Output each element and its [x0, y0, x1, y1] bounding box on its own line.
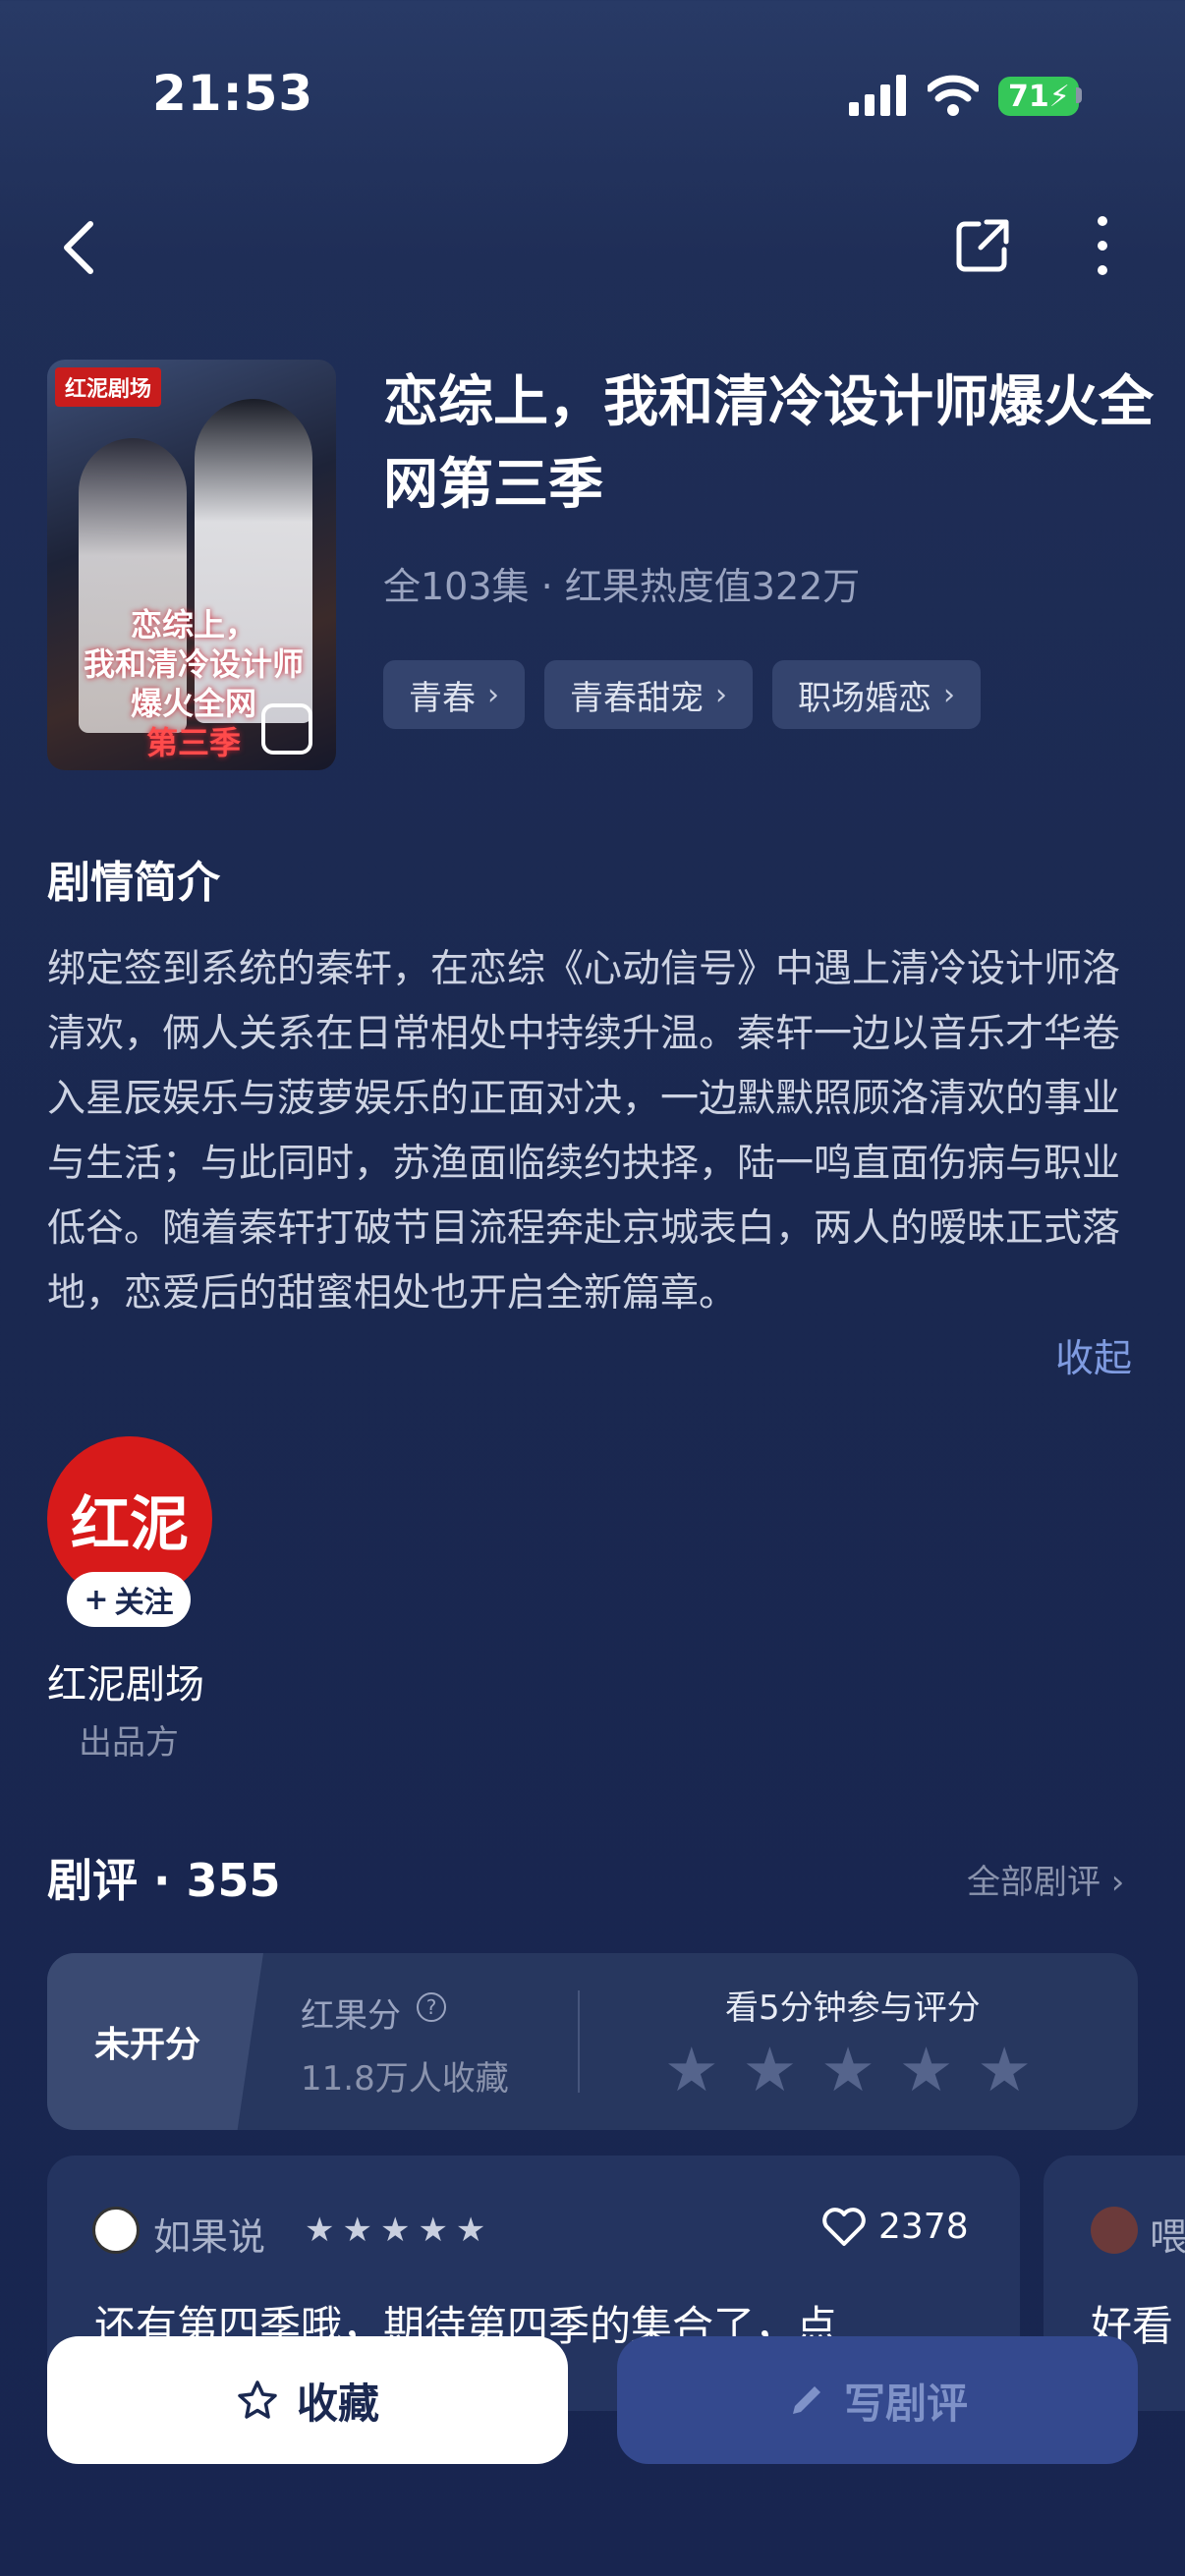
- star-icon[interactable]: ★: [820, 2038, 875, 2102]
- like-button[interactable]: 2378: [821, 2207, 969, 2247]
- star-icon[interactable]: ★: [977, 2038, 1032, 2102]
- tag-chip[interactable]: 青春甜宠 ›: [544, 660, 753, 729]
- plus-icon: +: [84, 1582, 109, 1617]
- all-reviews-link[interactable]: 全部剧评 ›: [967, 1855, 1124, 1903]
- drama-meta: 全103集 · 红果热度值322万: [383, 565, 861, 608]
- tag-chip[interactable]: 职场婚恋 ›: [772, 660, 981, 729]
- star-outline-icon: [238, 2380, 277, 2419]
- collapse-link[interactable]: 收起: [1055, 1328, 1132, 1383]
- avatar[interactable]: [1091, 2207, 1138, 2254]
- star-icon[interactable]: ★: [899, 2038, 954, 2102]
- more-icon[interactable]: [1089, 216, 1116, 275]
- chevron-right-icon: ›: [715, 677, 727, 712]
- battery-indicator: 71 ⚡: [998, 77, 1079, 116]
- poster-brand: 红泥剧场: [55, 367, 162, 407]
- pencil-icon: [792, 2386, 820, 2414]
- score-label: 红果分: [301, 1996, 401, 2036]
- producer-role: 出品方: [79, 1723, 179, 1763]
- rating-cta: 看5分钟参与评分: [725, 1988, 981, 2028]
- favorite-button[interactable]: 收藏: [47, 2336, 568, 2464]
- help-icon[interactable]: ?: [417, 1992, 446, 2022]
- review-username[interactable]: 喂: [1150, 2207, 1185, 2261]
- divider: [578, 1990, 580, 2093]
- wifi-icon: [928, 75, 979, 116]
- battery-nub: [1076, 87, 1082, 103]
- review-stars: ★★★★★: [305, 2211, 494, 2250]
- tag-chip[interactable]: 青春 ›: [383, 660, 525, 729]
- chevron-right-icon: ›: [487, 677, 499, 712]
- drama-title: 恋综上，我和清冷设计师爆火全网第三季: [383, 370, 1154, 517]
- producer-name[interactable]: 红泥剧场: [47, 1652, 204, 1709]
- avatar[interactable]: [92, 2207, 140, 2254]
- share-icon[interactable]: [955, 218, 1010, 273]
- synopsis-text: 绑定签到系统的秦轩，在恋综《心动信号》中遇上清冷设计师洛清欢，俩人关系在日常相处…: [47, 947, 1121, 1316]
- back-icon[interactable]: [59, 218, 98, 277]
- status-time: 21:53: [152, 65, 314, 122]
- review-username[interactable]: 如果说: [153, 2207, 265, 2261]
- heart-icon: [822, 2207, 866, 2246]
- follow-button[interactable]: + 关注: [67, 1572, 191, 1627]
- drama-poster[interactable]: 红泥剧场 恋综上， 我和清冷设计师 爆火全网 第三季: [47, 360, 336, 770]
- star-icon[interactable]: ★: [743, 2038, 798, 2102]
- star-icon[interactable]: ★: [664, 2038, 719, 2102]
- score-panel: 未开分 红果分 ? 11.8万人收藏 看5分钟参与评分 ★ ★ ★ ★ ★: [47, 1953, 1138, 2130]
- signal-icon: [849, 75, 906, 116]
- tag-list: 青春 › 青春甜宠 › 职场婚恋 ›: [383, 660, 981, 729]
- rating-stars[interactable]: ★ ★ ★ ★ ★: [664, 2038, 1032, 2102]
- chevron-right-icon: ›: [943, 677, 955, 712]
- unrated-badge: 未开分: [47, 1953, 263, 2130]
- poster-gallery-icon[interactable]: [261, 703, 312, 755]
- write-review-button[interactable]: 写剧评: [617, 2336, 1138, 2464]
- favorites-count: 11.8万人收藏: [301, 2059, 509, 2099]
- reviews-heading: 剧评 · 355: [47, 1854, 281, 1907]
- synopsis-heading: 剧情简介: [47, 858, 220, 908]
